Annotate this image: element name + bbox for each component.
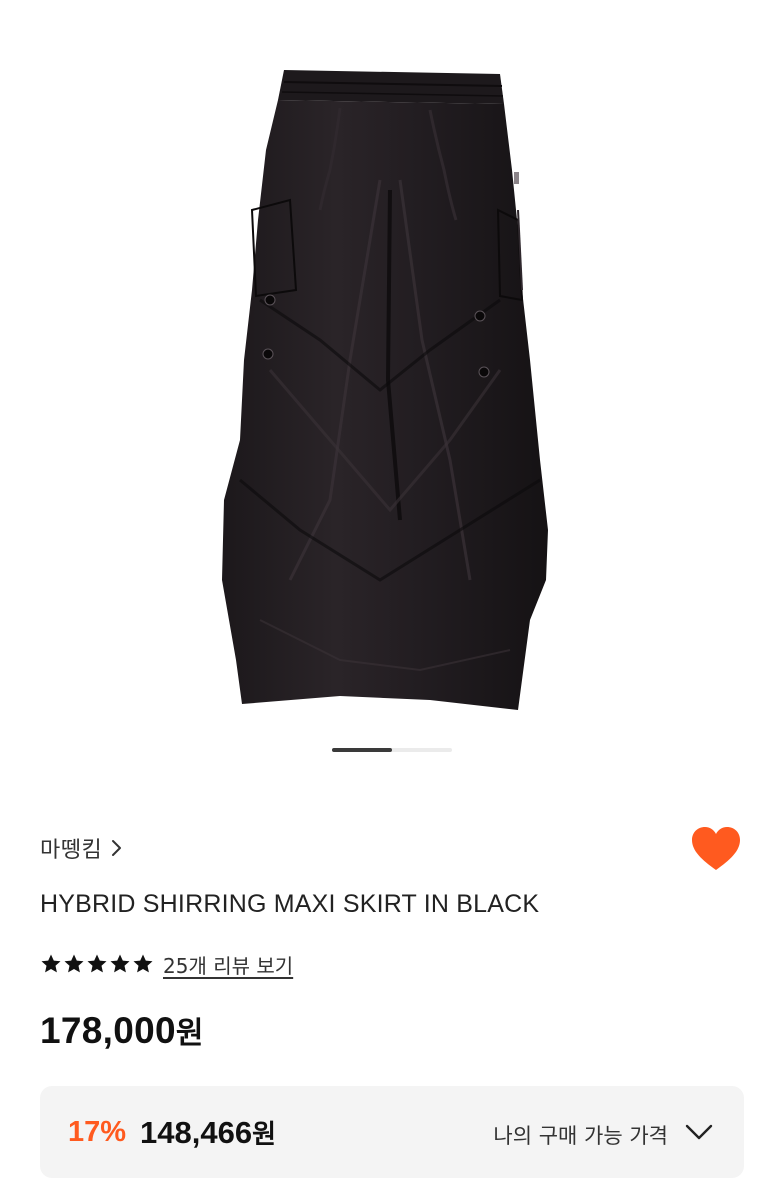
list-price-currency: 원 [175, 1016, 204, 1051]
brand-link[interactable]: 마뗑킴 [40, 832, 126, 864]
discounted-price-currency: 원 [252, 1120, 276, 1150]
heart-icon[interactable] [690, 826, 742, 874]
brand-name: 마뗑킴 [40, 838, 103, 863]
review-link[interactable]: 25개 리뷰 보기 [163, 950, 293, 979]
star-icon [110, 954, 130, 973]
discount-rate: 17% [68, 1116, 127, 1148]
best-price-label: 나의 구매 가능 가격 [493, 1124, 668, 1148]
star-icon [41, 954, 61, 973]
star-icon [87, 954, 107, 973]
list-price: 178,000원 [40, 1008, 204, 1052]
rating-row: 25개 리뷰 보기 [40, 948, 293, 980]
product-title: HYBRID SHIRRING MAXI SKIRT IN BLACK [40, 890, 540, 918]
chevron-down-icon[interactable] [684, 1122, 714, 1142]
rating-stars [40, 953, 155, 975]
chevron-right-icon [112, 840, 122, 856]
best-price-dropdown[interactable]: 17% 148,466원 나의 구매 가능 가격 [40, 1086, 744, 1178]
star-icon [64, 954, 84, 973]
discounted-price-amount: 148,466 [140, 1115, 253, 1150]
product-image[interactable] [200, 60, 580, 720]
discounted-price: 148,466원 [140, 1114, 276, 1151]
gallery-pager [332, 748, 452, 752]
gallery-pager-indicator [332, 748, 392, 752]
star-icon [133, 954, 153, 973]
list-price-amount: 178,000 [40, 1010, 176, 1051]
product-image-gallery[interactable] [0, 0, 784, 770]
